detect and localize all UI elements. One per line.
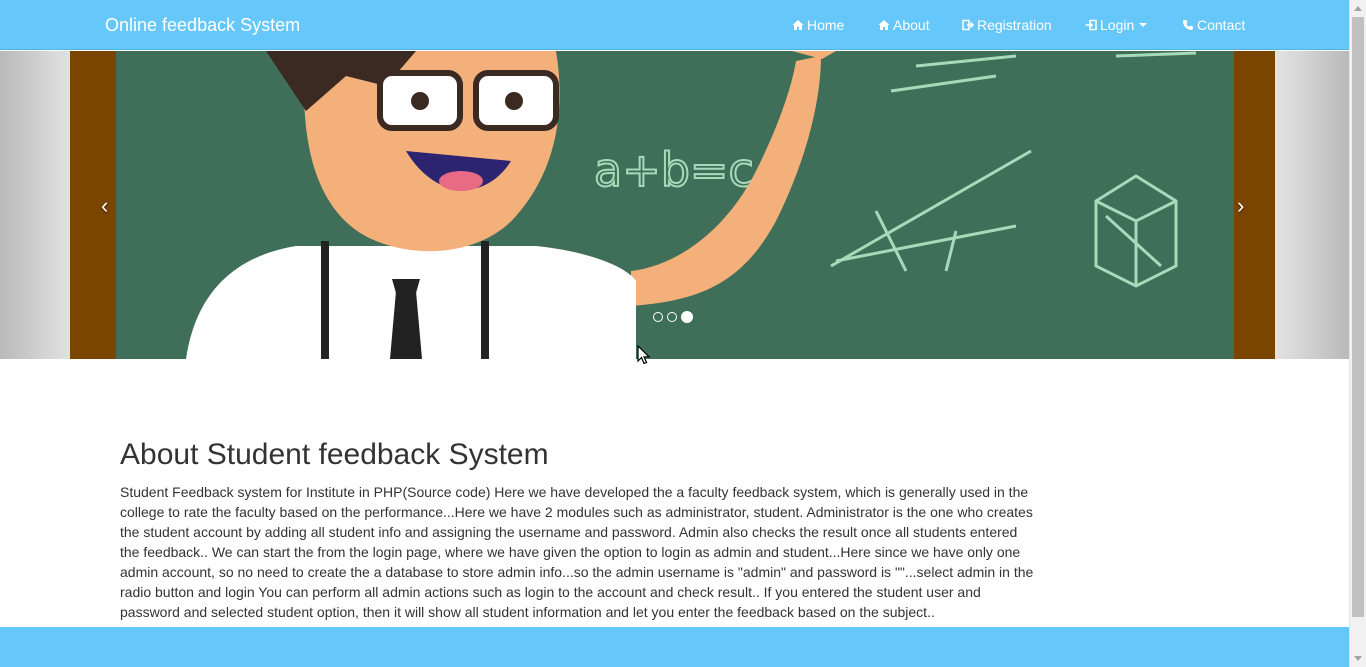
carousel-indicator-2[interactable]: [667, 312, 677, 322]
nav-item-label: Login: [1100, 17, 1135, 33]
chalk-text: a+b=c: [594, 143, 754, 197]
carousel-indicator-1[interactable]: [653, 312, 663, 322]
nav-item-about[interactable]: About: [878, 0, 930, 50]
nav-item-label: Home: [807, 17, 845, 33]
mouse-cursor-icon: [637, 345, 651, 365]
footer: [0, 627, 1349, 667]
scroll-down-icon[interactable]: [1354, 656, 1362, 661]
sign-out-icon: [962, 19, 974, 31]
nav-item-login[interactable]: Login: [1085, 0, 1148, 50]
nav-item-home[interactable]: Home: [792, 0, 844, 50]
brand-link[interactable]: Online feedback System: [105, 15, 300, 35]
scrollbar-thumb[interactable]: [1352, 17, 1364, 617]
page: Online feedback System Home About Regist…: [0, 0, 1349, 667]
nav-item-registration[interactable]: Registration: [962, 0, 1052, 50]
chevron-down-icon: [1139, 23, 1148, 27]
carousel: a+b=c ‹ ›: [0, 51, 1349, 359]
scroll-up-icon[interactable]: [1354, 6, 1362, 11]
navbar: Online feedback System Home About Regist…: [0, 0, 1349, 50]
nav-item-label: Registration: [977, 17, 1052, 33]
carousel-prev-button[interactable]: ‹: [101, 194, 108, 218]
sign-in-icon: [1085, 19, 1097, 31]
about-title: About Student feedback System: [120, 438, 549, 471]
nav-item-label: About: [893, 17, 930, 33]
about-text: Student Feedback system for Institute in…: [120, 484, 1034, 620]
nav-item-label: Contact: [1197, 17, 1246, 33]
nav-item-contact[interactable]: Contact: [1182, 0, 1245, 50]
carousel-indicator-3[interactable]: [681, 311, 693, 323]
phone-icon: [1183, 20, 1193, 30]
home-icon: [792, 20, 804, 30]
page-scrollbar[interactable]: [1349, 0, 1366, 667]
carousel-indicators: [653, 311, 693, 323]
home-icon: [878, 20, 890, 30]
carousel-next-button[interactable]: ›: [1237, 194, 1244, 218]
